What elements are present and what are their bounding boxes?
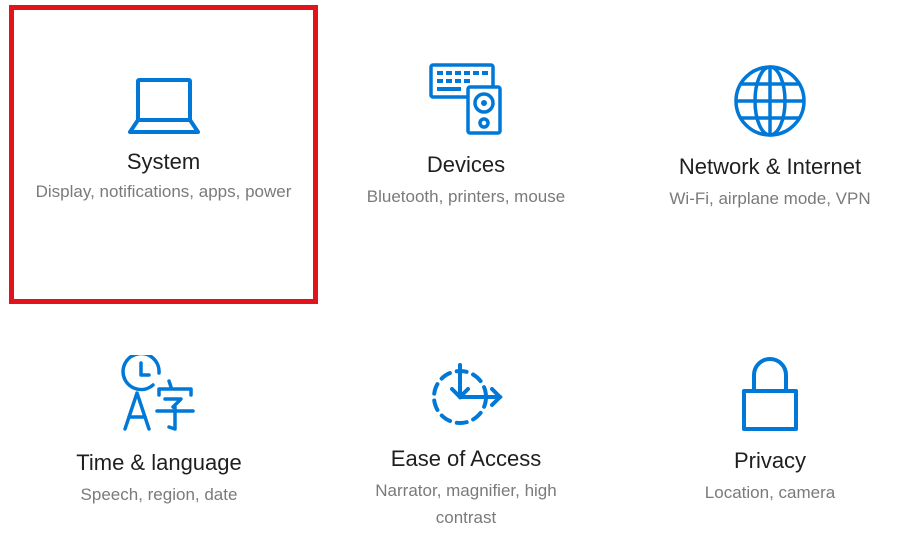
tile-title: Network & Internet <box>678 154 862 179</box>
tile-description: Narrator, magnifier, high contrast <box>375 481 557 527</box>
tile-devices[interactable]: Devices Bluetooth, printers, mouse <box>316 5 616 295</box>
tile-network[interactable]: Network & Internet Wi-Fi, airplane mode,… <box>620 5 920 295</box>
tile-privacy[interactable]: Privacy Location, camera <box>620 345 920 545</box>
tile-time-language[interactable]: Time & language Speech, region, date <box>9 345 309 545</box>
tile-description: Location, camera <box>704 483 836 502</box>
time-language-icon <box>119 355 199 435</box>
tile-title: System <box>126 149 201 174</box>
tile-description: Wi-Fi, airplane mode, VPN <box>669 189 871 208</box>
tile-title: Time & language <box>76 450 242 475</box>
tile-ease-of-access[interactable]: Ease of Access Narrator, magnifier, high… <box>316 345 616 545</box>
tile-description: Bluetooth, printers, mouse <box>366 187 566 206</box>
ease-of-access-icon <box>426 359 506 429</box>
globe-icon <box>732 63 808 139</box>
tile-title: Devices <box>426 152 506 177</box>
devices-icon <box>428 61 504 137</box>
tile-system[interactable]: System Display, notifications, apps, pow… <box>9 5 318 304</box>
tile-description: Speech, region, date <box>80 485 238 504</box>
tile-title: Ease of Access <box>390 446 542 471</box>
laptop-icon <box>126 76 202 138</box>
lock-icon <box>740 355 800 433</box>
tile-title: Privacy <box>733 448 807 473</box>
tile-description: Display, notifications, apps, power <box>35 182 292 201</box>
